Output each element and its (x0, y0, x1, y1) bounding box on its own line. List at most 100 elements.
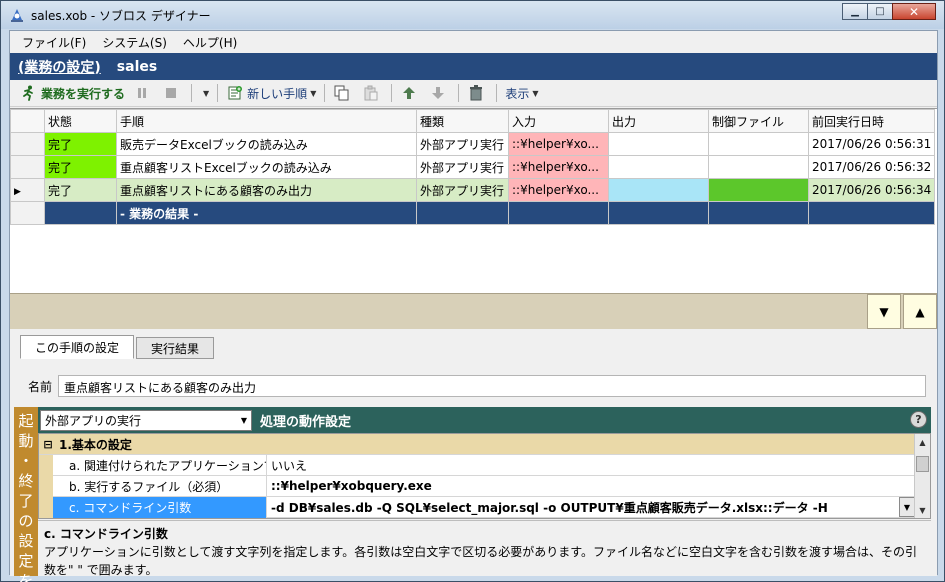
step-cell[interactable]: 重点顧客リストにある顧客のみ出力 (116, 178, 417, 202)
property-name[interactable]: c. コマンドライン引数 (53, 496, 267, 518)
steps-grid: 状態 手順 種類 入力 出力 制御ファイル 前回実行日時 完了 販売データExc… (10, 108, 937, 293)
app-window: sales.xob - ソブロス デザイナー ▁ □ ✕ ファイル(F) システ… (0, 0, 945, 582)
delete-button[interactable] (463, 82, 492, 104)
help-icon[interactable]: ? (910, 411, 927, 428)
toolbar-separator (458, 84, 460, 102)
side-label-char: ・ (18, 452, 34, 470)
control-file-cell[interactable] (708, 155, 809, 179)
table-row[interactable]: 完了 重点顧客リストExcelブックの読み込み 外部アプリ実行 ::¥helpe… (10, 155, 936, 179)
trash-icon (467, 84, 485, 102)
result-cell[interactable] (807, 201, 936, 225)
property-value[interactable]: いいえ (267, 457, 915, 474)
scroll-thumb[interactable] (916, 456, 929, 472)
kind-cell[interactable]: 外部アプリ実行 (416, 178, 509, 202)
run-options-dropdown[interactable]: ▼ (196, 82, 213, 104)
status-cell[interactable]: 完了 (44, 178, 117, 202)
business-name: sales (116, 58, 158, 75)
table-row-selected[interactable]: ▶ 完了 重点顧客リストにある顧客のみ出力 外部アプリ実行 ::¥helper¥… (10, 178, 936, 202)
move-down-button[interactable] (425, 82, 454, 104)
step-cell[interactable]: 重点顧客リストExcelブックの読み込み (116, 155, 417, 179)
last-run-cell[interactable]: 2017/06/26 0:56:31 (807, 132, 936, 156)
result-cell[interactable] (608, 201, 709, 225)
result-label-cell[interactable]: - 業務の結果 - (116, 201, 417, 225)
tab-step-settings[interactable]: この手順の設定 (20, 335, 135, 359)
view-menu-button[interactable]: 表示 ▼ (501, 82, 542, 104)
row-header[interactable] (10, 201, 45, 225)
result-row[interactable]: - 業務の結果 - (10, 201, 936, 225)
property-category[interactable]: ⊟ 1.基本の設定 (39, 434, 915, 455)
last-run-cell[interactable]: 2017/06/26 0:56:32 (807, 155, 936, 179)
property-value-input[interactable]: -d DB¥sales.db -Q SQL¥select_major.sql -… (267, 499, 915, 516)
panel-splitter[interactable]: ▼ ▲ (10, 293, 937, 329)
input-cell[interactable]: ::¥helper¥xo... (508, 155, 609, 179)
column-header[interactable]: 制御ファイル (708, 109, 809, 133)
business-settings-link[interactable]: (業務の設定) (18, 57, 101, 77)
row-header[interactable]: ▶ (10, 178, 45, 202)
minimize-button[interactable]: ▁ (842, 3, 868, 20)
description-title: c. コマンドライン引数 (44, 527, 168, 541)
control-file-cell[interactable] (708, 178, 809, 202)
input-cell[interactable]: ::¥helper¥xo... (508, 178, 609, 202)
output-cell[interactable] (608, 178, 709, 202)
property-name[interactable]: a. 関連付けられたアプリケーションで開く (53, 454, 267, 476)
maximize-button[interactable]: □ (867, 3, 893, 20)
table-row[interactable]: 完了 販売データExcelブックの読み込み 外部アプリ実行 ::¥helper¥… (10, 132, 936, 156)
title-bar[interactable]: sales.xob - ソブロス デザイナー ▁ □ ✕ (1, 1, 944, 29)
result-status-cell[interactable] (44, 201, 117, 225)
output-cell[interactable] (608, 155, 709, 179)
property-name[interactable]: b. 実行するファイル（必須） (53, 475, 267, 497)
column-header[interactable]: 前回実行日時 (807, 109, 936, 133)
pause-button[interactable] (129, 82, 158, 104)
column-header[interactable]: 入力 (508, 109, 609, 133)
step-cell[interactable]: 販売データExcelブックの読み込み (116, 132, 417, 156)
side-label-char: を (18, 572, 34, 582)
result-cell[interactable] (708, 201, 809, 225)
last-run-cell[interactable]: 2017/06/26 0:56:34 (807, 178, 936, 202)
property-row[interactable]: a. 関連付けられたアプリケーションで開く いいえ (39, 454, 915, 476)
collapse-icon[interactable]: ⊟ (41, 437, 55, 451)
input-cell[interactable]: ::¥helper¥xo... (508, 132, 609, 156)
row-header[interactable] (10, 155, 45, 179)
property-scrollbar[interactable]: ▲ ▼ (914, 434, 930, 518)
stop-button[interactable] (158, 82, 187, 104)
processing-type-select[interactable]: 外部アプリの実行 ▼ (40, 409, 252, 431)
kind-cell[interactable]: 外部アプリ実行 (416, 132, 509, 156)
toolbar-separator (391, 84, 393, 102)
property-row-selected[interactable]: c. コマンドライン引数 -d DB¥sales.db -Q SQL¥selec… (39, 496, 915, 518)
kind-cell[interactable]: 外部アプリ実行 (416, 155, 509, 179)
menu-file[interactable]: ファイル(F) (14, 34, 94, 51)
start-end-settings-bar[interactable]: 起 動 ・ 終 了 の 設 定 を (14, 407, 38, 582)
status-cell[interactable]: 完了 (44, 132, 117, 156)
step-settings-panel: この手順の設定 実行結果 名前 重点顧客リストにある顧客のみ出力 起 動 ・ 終… (10, 329, 937, 582)
property-value[interactable]: ::¥helper¥xobquery.exe (267, 479, 915, 493)
copy-button[interactable] (329, 82, 358, 104)
column-header[interactable]: 種類 (416, 109, 509, 133)
control-file-cell[interactable] (708, 132, 809, 156)
row-header[interactable] (10, 132, 45, 156)
scroll-up-icon[interactable]: ▲ (915, 434, 930, 450)
column-header[interactable]: 手順 (116, 109, 417, 133)
menu-help[interactable]: ヘルプ(H) (175, 34, 245, 51)
column-header[interactable]: 状態 (44, 109, 117, 133)
step-name-input[interactable]: 重点顧客リストにある顧客のみ出力 (58, 375, 926, 397)
menu-system[interactable]: システム(S) (94, 34, 175, 51)
column-header[interactable]: 出力 (608, 109, 709, 133)
description-text: アプリケーションに引数として渡す文字列を指定します。各引数は空白文字で区切る必要… (44, 545, 918, 577)
property-row[interactable]: b. 実行するファイル（必須） ::¥helper¥xobquery.exe (39, 475, 915, 497)
move-up-button[interactable] (396, 82, 425, 104)
paste-button[interactable] (358, 82, 387, 104)
result-cell[interactable] (416, 201, 509, 225)
status-cell[interactable]: 完了 (44, 155, 117, 179)
expand-up-button[interactable]: ▲ (903, 294, 937, 329)
output-cell[interactable] (608, 132, 709, 156)
result-cell[interactable] (508, 201, 609, 225)
name-label: 名前 (27, 379, 52, 394)
collapse-down-button[interactable]: ▼ (867, 294, 901, 329)
chevron-down-icon: ▼ (203, 88, 210, 98)
run-business-button[interactable]: 業務を実行する (16, 82, 129, 104)
scroll-down-icon[interactable]: ▼ (915, 502, 930, 518)
tab-run-results[interactable]: 実行結果 (136, 337, 215, 359)
value-dropdown-button[interactable]: ▼ (899, 497, 915, 517)
new-step-button[interactable]: 新しい手順 ▼ (222, 82, 320, 104)
close-button[interactable]: ✕ (892, 3, 936, 20)
